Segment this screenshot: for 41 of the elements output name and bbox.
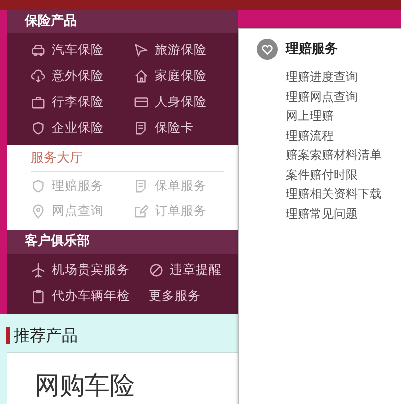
section-header: 保险产品 <box>7 10 238 34</box>
menu-item[interactable]: 保险卡 <box>134 115 234 142</box>
menu-link[interactable]: 理赔相关资料下载 <box>286 185 401 204</box>
menu-link[interactable]: 理赔流程 <box>286 126 401 146</box>
paper-plane-icon <box>134 42 149 58</box>
menu-link[interactable]: 案件赔付时限 <box>286 166 401 185</box>
menu-item[interactable]: 家庭保险 <box>134 63 234 90</box>
car-icon <box>31 42 46 58</box>
menu-link[interactable]: 赔案索赔材料清单 <box>286 146 401 166</box>
menu-link[interactable]: 网上理赔 <box>286 107 401 126</box>
menu-item[interactable]: 机场贵宾服务 <box>31 258 149 284</box>
menu-link[interactable]: 理赔常见问题 <box>286 204 401 224</box>
menu-item[interactable]: 旅游保险 <box>134 37 234 64</box>
clipboard-icon <box>31 289 46 304</box>
shield-icon <box>31 179 46 194</box>
menu-link[interactable]: 理赔网点查询 <box>286 88 401 107</box>
menu-item[interactable]: 人身保险 <box>134 89 234 116</box>
menu-item[interactable]: 违章提醒 <box>149 258 249 284</box>
menu-item[interactable]: 意外保险 <box>31 63 134 90</box>
document-icon <box>134 120 149 136</box>
product-title: 网购车险 <box>35 370 135 400</box>
house-icon <box>134 68 149 84</box>
location-pin-icon <box>31 204 46 220</box>
menu-item[interactable]: 行李保险 <box>31 89 134 116</box>
menu-title: 理赔服务 <box>286 40 338 59</box>
airplane-icon <box>31 263 46 278</box>
section-header: 客户俱乐部 <box>7 230 238 254</box>
menu-item[interactable]: 企业保险 <box>31 115 134 142</box>
menu-link[interactable]: 理赔进度查询 <box>286 68 401 88</box>
card-icon <box>134 94 149 110</box>
cloud-icon <box>31 68 46 84</box>
menu-item[interactable]: 代办车辆年检 <box>31 284 149 310</box>
no-entry-icon <box>149 263 164 278</box>
menu-item[interactable]: 汽车保险 <box>31 37 134 64</box>
shield-icon <box>31 120 46 136</box>
edit-icon <box>134 204 149 220</box>
section-title: 推荐产品 <box>14 324 78 346</box>
document-icon <box>134 179 149 194</box>
luggage-icon <box>31 94 46 110</box>
title-marker <box>6 327 10 344</box>
section-title: 服务大厅 <box>31 150 84 168</box>
